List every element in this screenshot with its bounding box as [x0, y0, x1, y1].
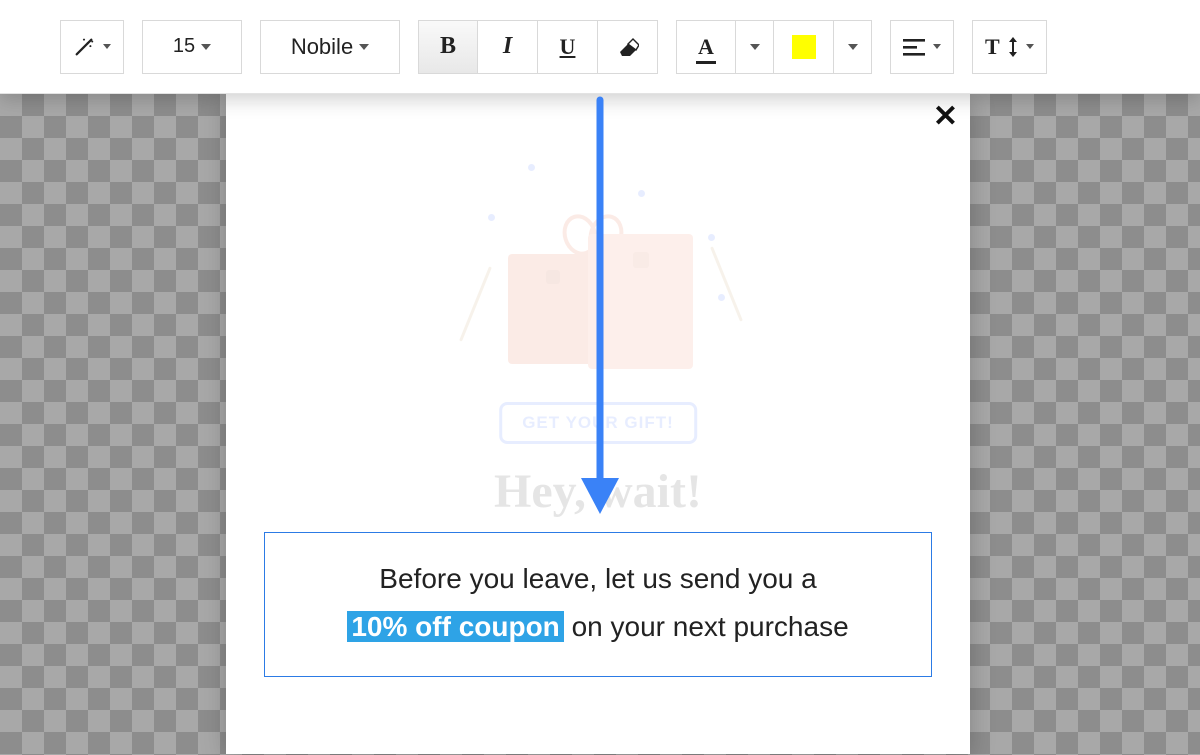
editable-text-block[interactable]: Before you leave, let us send you a 10% …: [264, 532, 932, 677]
body-text-after: on your next purchase: [564, 611, 849, 642]
gift-illustration: GET YOUR GIFT!: [468, 154, 728, 444]
line-height-button[interactable]: T: [972, 20, 1047, 74]
gift-badge: GET YOUR GIFT!: [499, 402, 697, 444]
font-family-select[interactable]: Nobile: [260, 20, 400, 74]
font-color-button[interactable]: A: [676, 20, 736, 74]
font-size-value: 15: [173, 35, 195, 58]
text-style-group: B I U: [418, 20, 658, 74]
body-text-before: Before you leave, let us send you a: [379, 563, 816, 594]
chevron-down-icon: [359, 44, 369, 50]
bold-icon: B: [440, 33, 456, 60]
magic-wand-icon: [73, 36, 95, 58]
highlight-swatch: [792, 35, 816, 59]
line-height-letter: T: [985, 34, 1000, 60]
popup-card: ✕ GET YOUR GIFT! Hey, wait! Before you l…: [226, 94, 970, 754]
eraser-icon: [617, 38, 639, 56]
magic-wand-button[interactable]: [60, 20, 124, 74]
eraser-button[interactable]: [598, 20, 658, 74]
align-left-icon: [903, 38, 925, 56]
underline-icon: U: [560, 34, 576, 60]
font-family-value: Nobile: [291, 34, 353, 60]
popup-heading: Hey, wait!: [226, 464, 970, 519]
highlight-color-dropdown[interactable]: [834, 20, 872, 74]
align-button[interactable]: [890, 20, 954, 74]
chevron-down-icon: [201, 44, 211, 50]
underline-button[interactable]: U: [538, 20, 598, 74]
bold-button[interactable]: B: [418, 20, 478, 74]
chevron-down-icon: [1026, 44, 1034, 49]
font-color-group: A: [676, 20, 872, 74]
chevron-down-icon: [750, 44, 760, 50]
chevron-down-icon: [103, 44, 111, 49]
font-color-dropdown[interactable]: [736, 20, 774, 74]
italic-button[interactable]: I: [478, 20, 538, 74]
magic-group: [60, 20, 124, 74]
chevron-down-icon: [848, 44, 858, 50]
chevron-down-icon: [933, 44, 941, 49]
editor-canvas: ✕ GET YOUR GIFT! Hey, wait! Before you l…: [0, 94, 1200, 755]
font-color-icon: A: [698, 34, 714, 60]
rich-text-toolbar: 15 Nobile B I U A: [0, 0, 1200, 94]
font-size-group: 15: [142, 20, 242, 74]
line-height-group: T: [972, 20, 1047, 74]
vertical-arrows-icon: [1008, 37, 1018, 57]
italic-icon: I: [503, 33, 512, 60]
align-group: [890, 20, 954, 74]
body-text-selected: 10% off coupon: [347, 611, 563, 642]
close-button[interactable]: ✕: [933, 102, 958, 132]
font-family-group: Nobile: [260, 20, 400, 74]
highlight-color-button[interactable]: [774, 20, 834, 74]
font-size-select[interactable]: 15: [142, 20, 242, 74]
